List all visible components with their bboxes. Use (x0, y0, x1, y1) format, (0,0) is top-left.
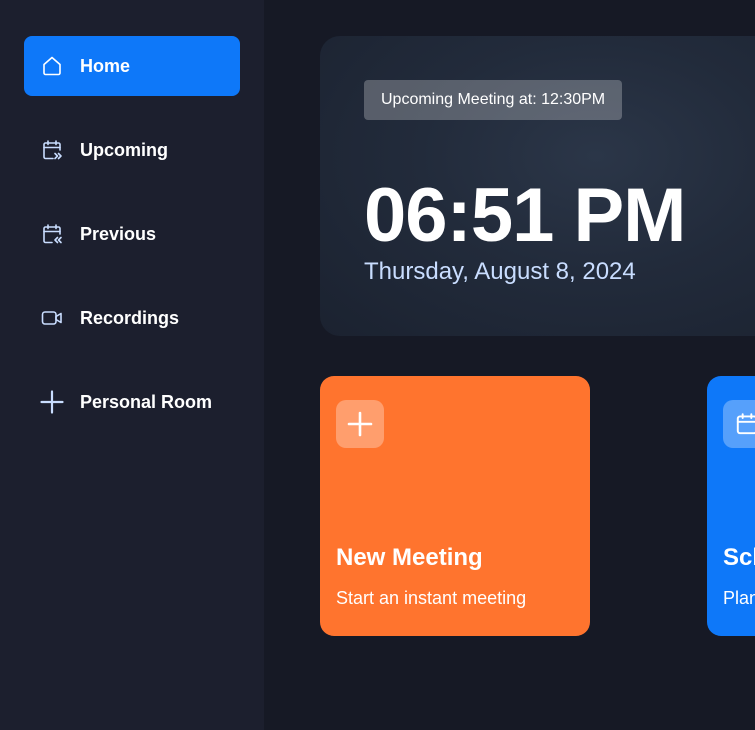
upcoming-meeting-badge: Upcoming Meeting at: 12:30PM (364, 80, 623, 120)
current-time: 06:51 PM (364, 173, 686, 258)
current-date: Thursday, August 8, 2024 (364, 258, 636, 285)
sidebar-item-label: Previous (80, 223, 157, 244)
card-subtitle: Plan your meeting (723, 588, 755, 608)
calendar-icon (723, 400, 755, 448)
sidebar-item-label: Home (80, 55, 131, 76)
card-title: Schedule Meeting (723, 544, 755, 571)
sidebar: Home Upcoming Previous Recordings Person… (0, 0, 264, 730)
plus-icon (40, 390, 64, 414)
video-icon (40, 306, 64, 330)
sidebar-item-personal-room[interactable]: Personal Room (24, 372, 240, 432)
calendar-back-icon (40, 222, 64, 246)
calendar-forward-icon (40, 138, 64, 162)
sidebar-item-home[interactable]: Home (24, 36, 240, 96)
sidebar-item-previous[interactable]: Previous (24, 204, 240, 264)
card-subtitle: Start an instant meeting (336, 588, 527, 608)
sidebar-item-label: Upcoming (80, 139, 168, 160)
home-icon (40, 54, 64, 78)
app-window: Home Upcoming Previous Recordings Person… (0, 0, 755, 730)
sidebar-item-upcoming[interactable]: Upcoming (24, 120, 240, 180)
plus-icon (336, 400, 384, 448)
new-meeting-card[interactable]: New Meeting Start an instant meeting (320, 376, 590, 636)
schedule-meeting-card[interactable]: Schedule Meeting Plan your meeting (707, 376, 755, 636)
sidebar-item-label: Recordings (80, 307, 180, 328)
sidebar-item-label: Personal Room (80, 391, 213, 412)
card-title: New Meeting (336, 544, 483, 571)
sidebar-item-recordings[interactable]: Recordings (24, 288, 240, 348)
hero-banner: Upcoming Meeting at: 12:30PM 06:51 PM Th… (320, 36, 755, 336)
